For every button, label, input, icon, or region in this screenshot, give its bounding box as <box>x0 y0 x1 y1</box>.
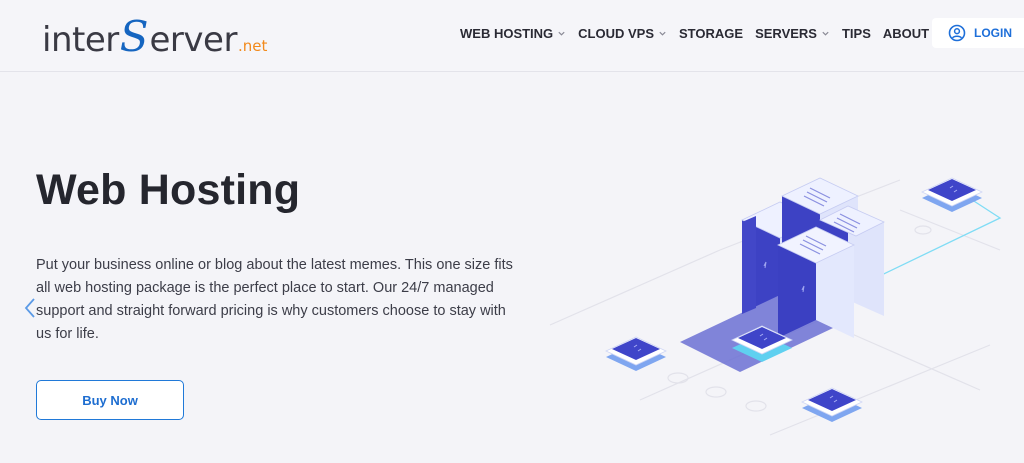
hero-description: Put your business online or blog about t… <box>36 257 513 342</box>
interserver-logo[interactable]: inter S erver .net <box>42 12 268 61</box>
user-circle-icon <box>948 24 966 42</box>
nav-item-label: SERVERS <box>755 26 817 41</box>
login-label: LOGIN <box>974 26 1012 40</box>
nav-item-storage[interactable]: STORAGE <box>679 26 743 41</box>
main-nav: WEB HOSTING CLOUD VPS STORAGE SERVERS TI… <box>460 26 976 41</box>
logo-text-s: S <box>119 12 149 61</box>
nav-item-cloud-vps[interactable]: CLOUD VPS <box>578 26 667 41</box>
nav-item-web-hosting[interactable]: WEB HOSTING <box>460 26 566 41</box>
chevron-down-icon <box>558 31 565 36</box>
nav-item-label: TIPS <box>841 26 871 41</box>
buy-now-button[interactable]: Buy Now <box>36 380 184 420</box>
logo-text-erver: erver <box>149 20 238 60</box>
nav-item-servers[interactable]: SERVERS <box>755 26 830 41</box>
logo-text-inter: inter <box>42 20 119 60</box>
nav-item-label: WEB HOSTING <box>460 26 554 41</box>
chevron-down-icon <box>822 31 829 36</box>
page-title: Web Hosting <box>36 166 301 214</box>
login-button[interactable]: LOGIN <box>932 18 1024 48</box>
nav-item-tips[interactable]: TIPS <box>842 26 871 41</box>
server-rack-illustration <box>549 177 1002 436</box>
chevron-down-icon <box>659 31 666 36</box>
nav-item-label: CLOUD VPS <box>578 26 655 41</box>
nav-item-label: STORAGE <box>679 26 744 41</box>
logo-text-net: .net <box>237 37 268 55</box>
site-header: inter S erver .net WEB HOSTING CLOUD VPS… <box>0 0 1024 72</box>
